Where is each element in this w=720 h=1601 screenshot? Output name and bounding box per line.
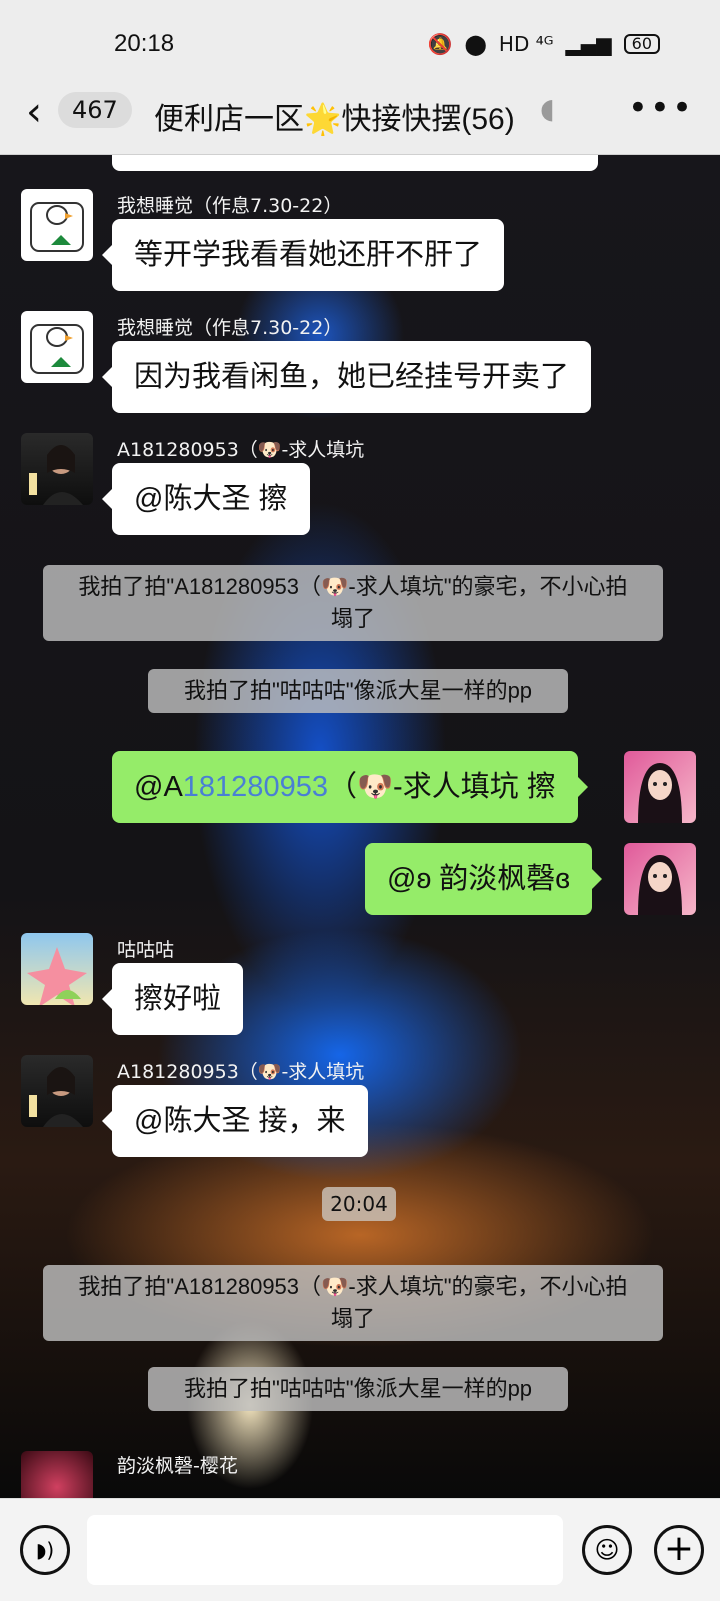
person-avatar-icon bbox=[29, 445, 83, 505]
pat-system-notice: 我拍了拍"A181280953（🐶-求人填坑"的豪宅，不小心拍 塌了 bbox=[43, 565, 663, 641]
status-time: 20:18 bbox=[114, 30, 175, 57]
sender-name: 我想睡觉（作息7.30-22） bbox=[117, 317, 343, 339]
sender-name: 咕咕咕 bbox=[117, 939, 175, 961]
message-bubble[interactable]: @陈大圣 接，来 bbox=[102, 1085, 368, 1157]
avatar-girl-photo[interactable] bbox=[21, 1055, 93, 1127]
sender-name: A181280953（🐶-求人填坑 bbox=[117, 1061, 365, 1083]
message-bubble[interactable]: @陈大圣 擦 bbox=[102, 463, 310, 535]
message-bubble[interactable]: 等开学我看看她还肝不肝了 bbox=[101, 219, 505, 291]
avatar-patrick[interactable] bbox=[21, 933, 93, 1005]
message-bubble[interactable]: 擦好啦 bbox=[101, 963, 244, 1035]
cartoon-girl-avatar-icon bbox=[638, 763, 682, 823]
pat-system-notice: 我拍了拍"咕咕咕"像派大星一样的pp bbox=[148, 669, 568, 713]
own-message-bubble[interactable]: @A181280953（🐶-求人填坑 擦 bbox=[112, 751, 588, 823]
time-divider: 20:04 bbox=[322, 1187, 396, 1221]
status-icons: 🔕 ⬤ HD ⁴ᴳ ▂▄▆ 60 bbox=[428, 32, 660, 56]
message-bubble[interactable]: 因为我看闲鱼，她已经挂号开卖了 bbox=[101, 341, 592, 413]
message-input[interactable] bbox=[87, 1515, 563, 1585]
back-arrow-icon[interactable]: ‹ bbox=[26, 92, 42, 132]
network-indicator: HD ⁴ᴳ bbox=[498, 32, 554, 56]
unread-count-badge[interactable]: 467 bbox=[58, 92, 132, 128]
sender-name: 韵淡枫磬-樱花 bbox=[117, 1455, 238, 1477]
chat-message-list[interactable]: 我想睡觉（作息7.30-22） 等开学我看看她还肝不肝了 我想睡觉（作息7.30… bbox=[0, 155, 720, 1498]
avatar-goose[interactable] bbox=[21, 189, 93, 261]
signal-icon: ▂▄▆ bbox=[565, 32, 612, 56]
plus-icon[interactable]: + bbox=[654, 1525, 704, 1575]
goose-avatar-icon bbox=[30, 324, 84, 374]
more-options-icon[interactable]: ••• bbox=[628, 88, 694, 128]
group-title: 便利店一区🌟快接快摆(56) bbox=[154, 103, 515, 136]
message-bubble-partial[interactable] bbox=[112, 155, 598, 171]
avatar-goose[interactable] bbox=[21, 311, 93, 383]
pat-system-notice: 我拍了拍"咕咕咕"像派大星一样的pp bbox=[148, 1367, 568, 1411]
avatar-girl-photo[interactable] bbox=[21, 433, 93, 505]
sender-name: 我想睡觉（作息7.30-22） bbox=[117, 195, 343, 217]
self-avatar[interactable] bbox=[624, 751, 696, 823]
avatar-flower[interactable] bbox=[21, 1451, 93, 1498]
self-avatar[interactable] bbox=[624, 843, 696, 915]
sender-name: A181280953（🐶-求人填坑 bbox=[117, 439, 365, 461]
emoji-icon[interactable]: ☺ bbox=[582, 1525, 632, 1575]
location-icon: ⬤ bbox=[464, 32, 487, 56]
mute-bell-icon: 🔕 bbox=[427, 32, 453, 56]
input-toolbar: ◗) ☺ + bbox=[0, 1498, 720, 1601]
battery-indicator: 60 bbox=[623, 34, 660, 54]
chat-header: ‹ 467 便利店一区🌟快接快摆(56) ◖ ••• bbox=[0, 70, 720, 155]
own-message-bubble[interactable]: @ʚ 韵淡枫磬ɞ bbox=[365, 843, 602, 915]
voice-input-icon[interactable]: ◗) bbox=[20, 1525, 70, 1575]
person-avatar-icon bbox=[29, 1067, 83, 1127]
pat-system-notice: 我拍了拍"A181280953（🐶-求人填坑"的豪宅，不小心拍 塌了 bbox=[43, 1265, 663, 1341]
earpiece-mode-icon: ◖ bbox=[540, 92, 555, 125]
patrick-star-avatar-icon bbox=[27, 947, 87, 1005]
goose-avatar-icon bbox=[30, 202, 84, 252]
cartoon-girl-avatar-icon bbox=[638, 855, 682, 915]
